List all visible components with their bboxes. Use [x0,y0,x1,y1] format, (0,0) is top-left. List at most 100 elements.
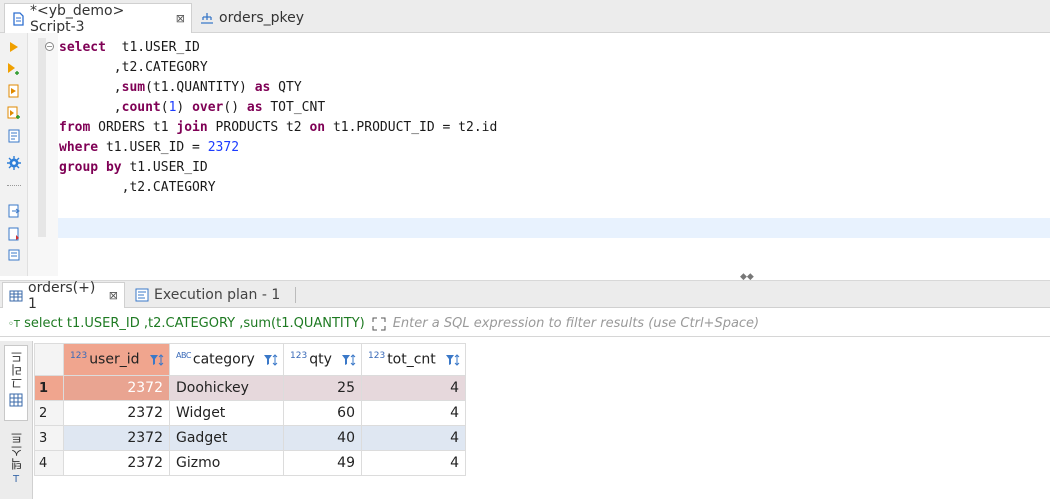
column-header-tot-cnt[interactable]: 123 tot_cnt [361,343,466,376]
cell-user-id[interactable]: 2372 [63,375,170,401]
row-number[interactable]: 1 [34,375,64,401]
sql-editor[interactable]: select t1.USER_ID ,t2.CATEGORY ,sum(t1.Q… [58,33,1050,276]
numeric-type-icon: 123 [70,351,88,362]
cell-tot-cnt[interactable]: 4 [361,400,466,426]
sql-token: () [223,100,247,115]
table-row[interactable]: 1 2372 Doohickey 25 4 [34,375,466,401]
close-icon[interactable]: ⊠ [109,289,118,302]
toolbar-separator [7,185,21,186]
side-tab-text-label: 텍스트 [9,431,24,470]
column-header-qty[interactable]: 123 qty [283,343,362,376]
results-grid: 123 user_id ABC category 123 qty 123 tot_cnt… [34,343,466,476]
cell-qty[interactable]: 40 [283,425,362,451]
explain-plan-icon[interactable] [6,128,22,144]
tab-separator [295,287,296,303]
cell-user-id[interactable]: 2372 [63,425,170,451]
execute-statement-icon[interactable] [6,39,22,55]
cell-user-id[interactable]: 2372 [63,400,170,426]
grid-header-row: 123 user_id ABC category 123 qty 123 tot_cnt [34,343,466,376]
index-icon [200,11,214,25]
table-grid-icon [9,289,23,303]
sql-keyword: select [59,40,106,55]
sql-token: t1.USER_ID = [98,140,208,155]
active-query-text: select t1.USER_ID ,t2.CATEGORY ,sum(t1.Q… [24,316,365,331]
sort-filter-icon[interactable] [263,352,279,368]
cell-category[interactable]: Widget [169,400,284,426]
numeric-type-icon: 123 [368,351,386,362]
cell-category[interactable]: Gizmo [169,450,284,476]
sql-keyword: where [59,140,99,155]
sql-token: TOT_CNT [262,100,326,115]
execute-script-new-tab-icon[interactable] [6,105,22,121]
cell-user-id[interactable]: 2372 [63,450,170,476]
cell-qty[interactable]: 25 [283,375,362,401]
column-name: user_id [89,351,140,368]
side-tab-text[interactable]: 텍스트 T [4,427,28,495]
table-row[interactable]: 4 2372 Gizmo 49 4 [34,450,466,476]
cell-tot-cnt[interactable]: 4 [361,375,466,401]
tab-execution-plan[interactable]: Execution plan - 1 [129,282,286,308]
row-number[interactable]: 3 [34,425,64,451]
sql-line[interactable]: ,count(1) over() as TOT_CNT [59,98,325,118]
sql-number: 2372 [207,140,240,155]
sql-line[interactable]: group by t1.USER_ID [59,158,208,178]
row-number[interactable]: 2 [34,400,64,426]
cell-category[interactable]: Gadget [169,425,284,451]
filter-expand-icon[interactable] [371,316,387,332]
column-name: tot_cnt [387,351,436,368]
settings-gear-icon[interactable] [6,155,22,171]
sql-keyword: join [176,120,208,135]
row-number-header[interactable] [34,343,64,376]
sql-token: t1.USER_ID [121,160,208,175]
sql-script-icon [11,11,25,26]
tab-orders-results-label: orders(+) 1 [28,279,96,312]
sql-line[interactable]: ,t2.CATEGORY [59,178,216,198]
sql-line[interactable]: select t1.USER_ID [59,38,200,58]
execute-in-new-tab-icon[interactable] [6,61,22,77]
column-name: category [192,351,255,368]
cell-tot-cnt[interactable]: 4 [361,450,466,476]
sort-filter-icon[interactable] [341,352,357,368]
cell-qty[interactable]: 60 [283,400,362,426]
cell-qty[interactable]: 49 [283,450,362,476]
tab-script-3[interactable]: *<yb_demo> Script-3 ⊠ [4,3,192,35]
sql-line[interactable]: from ORDERS t1 join PRODUCTS t2 on t1.PR… [59,118,497,138]
sql-token: , [59,80,122,95]
export-icon[interactable] [6,203,22,219]
sort-filter-icon[interactable] [149,352,165,368]
sort-filter-icon[interactable] [445,352,461,368]
cell-tot-cnt[interactable]: 4 [361,425,466,451]
text-type-icon: ABC [176,351,191,361]
load-script-icon[interactable] [6,226,22,242]
column-header-user-id[interactable]: 123 user_id [63,343,170,376]
close-icon[interactable]: ⊠ [176,12,185,25]
cell-category[interactable]: Doohickey [169,375,284,401]
sql-token: ( [160,100,169,115]
editor-ruler [38,38,46,237]
fold-collapse-icon[interactable]: − [45,42,54,51]
tab-orders-pkey[interactable]: orders_pkey [194,4,310,31]
editor-gutter: − [28,33,58,276]
sql-token: QTY [270,80,302,95]
sql-token: ORDERS t1 [90,120,177,135]
results-tab-bar: orders(+) 1 ⊠ Execution plan - 1 [0,280,1050,312]
table-row[interactable]: 2 2372 Widget 60 4 [34,400,466,426]
editor-tab-bar: *<yb_demo> Script-3 ⊠ orders_pkey [0,0,1050,35]
save-script-icon[interactable] [6,247,22,263]
sql-line[interactable]: where t1.USER_ID = 2372 [59,138,239,158]
side-tab-grid[interactable]: 그리드 [4,345,28,421]
sql-token: PRODUCTS t2 [207,120,310,135]
table-row[interactable]: 3 2372 Gadget 40 4 [34,425,466,451]
sql-token: t1.PRODUCT_ID = t2.id [325,120,498,135]
active-query-label[interactable]: ◦T select t1.USER_ID ,t2.CATEGORY ,sum(t… [0,316,365,331]
sql-keyword: over [192,100,224,115]
column-header-category[interactable]: ABC category [169,343,284,376]
sql-line[interactable]: ,t2.CATEGORY [59,58,208,78]
execute-script-icon[interactable] [6,83,22,99]
row-number[interactable]: 4 [34,450,64,476]
tab-orders-results[interactable]: orders(+) 1 ⊠ [2,280,125,312]
sql-line[interactable]: ,sum(t1.QUANTITY) as QTY [59,78,302,98]
filter-expression-input[interactable] [392,316,1033,331]
text-view-icon: T [12,474,20,485]
sql-token: ) [176,100,193,115]
